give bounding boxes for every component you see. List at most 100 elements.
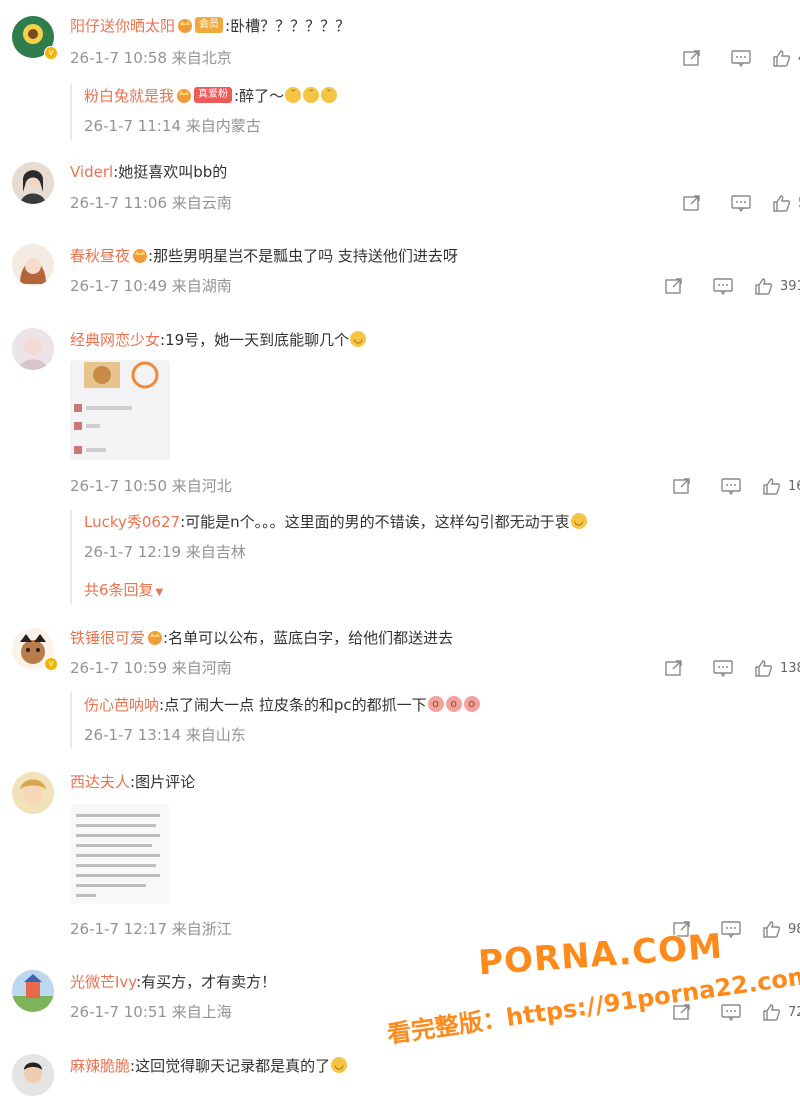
reply-line: Lucky秀0627:可能是n个。。。这里面的男的不错诶，这样勾引都无动于衷 ◡: [84, 512, 588, 532]
comment-line: 铁锤很可爱:名单可以公布，蓝底白字，给他们都送进去: [70, 629, 454, 647]
verified-icon: v: [44, 46, 58, 60]
more-replies-label: 共6条回复: [84, 581, 154, 599]
comment-text: 有买方，才有卖方！: [141, 973, 277, 991]
comment-line: 麻辣脆脆:这回觉得聊天记录都是真的了 ◡: [70, 1056, 348, 1076]
comment-text: 名单可以公布，蓝底白字，给他们都送进去: [168, 629, 454, 647]
comment-icon[interactable]: [720, 1003, 742, 1022]
username-link[interactable]: 粉白兔就是我: [84, 87, 174, 105]
like-icon[interactable]: [754, 659, 776, 677]
comment-text: 这回觉得聊天记录都是真的了: [135, 1057, 331, 1075]
comment-icon[interactable]: [730, 194, 752, 213]
shock-emoji-icon: o: [445, 695, 462, 712]
like-icon[interactable]: [762, 477, 784, 495]
comment-actions: 138: [664, 659, 800, 678]
smile-emoji-icon: ◡: [331, 1056, 348, 1073]
avatar[interactable]: [12, 772, 54, 814]
avatar[interactable]: [12, 970, 54, 1012]
fan-badge: 真爱粉: [194, 86, 233, 103]
comment-text: 19号，她一天到底能聊几个: [165, 331, 350, 349]
avatar[interactable]: [12, 1054, 54, 1096]
avatar[interactable]: [12, 162, 54, 204]
username-link[interactable]: 伤心芭呐呐: [84, 696, 159, 714]
comment-meta: 26-1-7 10:50 来自河北: [70, 477, 232, 495]
comment-text: 卧槽？？？？？？: [230, 17, 351, 35]
comment-meta: 26-1-7 10:51 来自上海: [70, 1003, 232, 1021]
laugh-emoji-icon: ◡: [350, 330, 367, 347]
shock-emoji-icon: o: [427, 695, 444, 712]
like-icon[interactable]: [772, 194, 794, 212]
comment-icon[interactable]: [712, 659, 734, 678]
username-link[interactable]: 铁锤很可爱: [70, 629, 145, 647]
like-count: 391: [780, 278, 800, 294]
username-link[interactable]: 光微芒Ivy: [70, 973, 136, 991]
comment-image[interactable]: [70, 360, 170, 460]
comment-actions: 16: [672, 477, 800, 496]
comment-meta: 26-1-7 11:14 来自内蒙古: [84, 117, 261, 135]
like-count: 16: [788, 478, 800, 494]
member-badge: 会员: [195, 16, 224, 33]
like-icon[interactable]: [762, 1003, 784, 1021]
comment-actions: 391: [664, 277, 800, 296]
reply-divider: [70, 692, 72, 748]
comment-line: 经典网恋少女:19号，她一天到底能聊几个 ◡: [70, 330, 367, 350]
username-link[interactable]: 西达夫人: [70, 773, 130, 791]
comment-meta: 26-1-7 13:14 来自山东: [84, 726, 246, 744]
avatar[interactable]: [12, 328, 54, 370]
like-icon[interactable]: [772, 49, 794, 67]
comment-icon[interactable]: [730, 49, 752, 68]
crown-icon: [147, 629, 163, 645]
comment-line: Viderl:她挺喜欢叫bb的: [70, 163, 228, 181]
like-count: 138: [780, 660, 800, 676]
comment-meta: 26-1-7 10:58 来自北京: [70, 49, 232, 67]
share-icon[interactable]: [672, 477, 694, 495]
comment-text: 可能是n个。。。这里面的男的不错诶，这样勾引都无动于衷: [185, 513, 570, 531]
comment-actions: 5: [682, 194, 800, 213]
crown-icon: [177, 17, 193, 33]
comment-text: 她挺喜欢叫bb的: [118, 163, 228, 181]
comment-meta: 26-1-7 12:17 来自浙江: [70, 920, 232, 938]
like-icon[interactable]: [762, 920, 784, 938]
reply-line: 粉白兔就是我 真爱粉:醉了～ ˘ ˘ ˘: [84, 86, 338, 106]
reply-divider: [70, 84, 72, 140]
username-link[interactable]: 阳仔送你晒太阳: [70, 17, 175, 35]
comment-meta: 26-1-7 10:59 来自河南: [70, 659, 232, 677]
comment-text: 图片评论: [135, 773, 196, 791]
laugh-emoji-icon: ◡: [570, 512, 587, 529]
comment-text: 那些男明星岂不是瓢虫了吗 支持送他们进去呀: [153, 247, 458, 265]
comment-meta: 26-1-7 12:19 来自吉林: [84, 543, 246, 561]
like-icon[interactable]: [754, 277, 776, 295]
share-icon[interactable]: [664, 277, 686, 295]
more-replies-link[interactable]: 共6条回复 ▼: [84, 580, 163, 603]
share-icon[interactable]: [682, 194, 704, 212]
comment-meta: 26-1-7 11:06 来自云南: [70, 194, 232, 212]
share-icon[interactable]: [664, 659, 686, 677]
like-count: 72: [788, 1004, 800, 1020]
comment-meta: 26-1-7 10:49 来自湖南: [70, 277, 232, 295]
reply-line: 伤心芭呐呐:点了闹大一点 拉皮条的和pc的都抓一下 o o o: [84, 695, 481, 715]
sad-emoji-icon: ˘: [303, 86, 320, 103]
comment-line: 光微芒Ivy:有买方，才有卖方！: [70, 973, 277, 991]
comment-actions: 4: [682, 49, 800, 68]
username-link[interactable]: 麻辣脆脆: [70, 1057, 130, 1075]
shock-emoji-icon: o: [463, 695, 480, 712]
username-link[interactable]: 春秋昼夜: [70, 247, 130, 265]
avatar[interactable]: [12, 244, 54, 286]
reply-divider: [70, 510, 72, 604]
comment-text: 醉了～: [239, 87, 285, 105]
share-icon[interactable]: [682, 49, 704, 67]
crown-icon: [176, 87, 192, 103]
username-link[interactable]: Lucky秀0627: [84, 513, 180, 531]
comment-icon[interactable]: [712, 277, 734, 296]
caret-down-icon: ▼: [155, 587, 164, 598]
comment-icon[interactable]: [720, 920, 742, 939]
comment-image[interactable]: [70, 804, 170, 904]
comment-icon[interactable]: [720, 477, 742, 496]
comment-text: 点了闹大一点 拉皮条的和pc的都抓一下: [164, 696, 427, 714]
sad-emoji-icon: ˘: [321, 86, 338, 103]
crown-icon: [132, 247, 148, 263]
comment-line: 阳仔送你晒太阳 会员:卧槽？？？？？？: [70, 16, 351, 35]
comment-line: 春秋昼夜:那些男明星岂不是瓢虫了吗 支持送他们进去呀: [70, 247, 458, 265]
username-link[interactable]: 经典网恋少女: [70, 331, 160, 349]
username-link[interactable]: Viderl: [70, 163, 113, 181]
sad-emoji-icon: ˘: [285, 86, 302, 103]
